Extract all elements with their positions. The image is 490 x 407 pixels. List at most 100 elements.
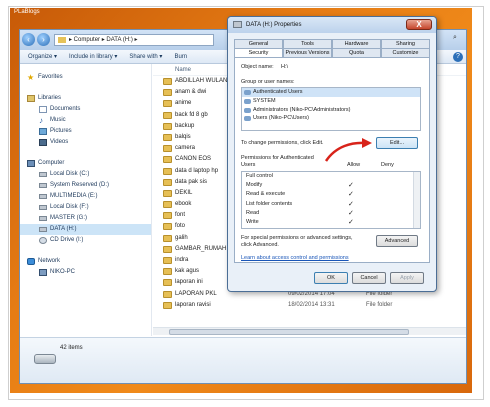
search-icon[interactable]: ⌕ [448,34,462,46]
nav-item[interactable]: NIKO-PC [20,267,151,278]
nav-item[interactable]: System Reserved (D:) [20,180,151,191]
file-name: DEKIL [175,189,193,196]
drive-icon [39,216,47,221]
file-name: anime [175,100,192,107]
nav-item-label: Documents [50,106,81,112]
desktop-corner-text: PLaBlogs [14,9,40,15]
nav-item-label: Local Disk (C:) [50,171,90,177]
share-with-menu[interactable]: Share with ▾ [129,53,162,60]
folder-icon [163,156,172,164]
network-icon [27,258,35,265]
drive-icon [39,205,47,210]
network-computer-icon [39,269,47,276]
file-name: laporan ravisi [175,301,211,308]
file-name: data d laptop hp [175,167,219,174]
file-name: laporan ini [175,279,203,286]
nav-item[interactable]: Documents [20,104,151,115]
group-item[interactable]: Users (Niko-PC\Users) [242,114,420,123]
back-arrow-icon[interactable]: ‹ [22,33,35,46]
group-item[interactable]: SYSTEM [242,97,420,106]
nav-item[interactable]: Videos [20,137,151,148]
file-name: foto [175,223,186,230]
forward-arrow-icon[interactable]: › [37,33,50,46]
tab-sharing[interactable]: Sharing [381,39,430,48]
permission-row: Read & execute ✓ [242,190,420,199]
file-name: LAPORAN PKL [175,290,217,297]
deny-column-label: Deny [381,162,394,168]
address-path: ▸ Computer ▸ DATA (H:) ▸ [69,37,138,43]
allow-check-icon: ✓ [348,209,354,217]
nav-item[interactable]: Pictures [20,126,151,137]
file-name: anam & dwi [175,89,207,96]
group-names-label: Group or user names: [241,79,295,85]
tab-previous-versions[interactable]: Previous Versions [283,48,332,57]
burn-button[interactable]: Burn [174,54,187,60]
group-item[interactable]: Authenticated Users [242,88,420,97]
nav-item-label: Network [38,258,61,264]
nav-item-label: MASTER (G:) [50,215,87,221]
include-in-library-menu[interactable]: Include in library ▾ [69,53,117,60]
permission-row: Read ✓ [242,209,420,218]
nav-item[interactable]: ★ Favorites [20,72,151,83]
tab-customize[interactable]: Customize [381,48,430,57]
permission-name: List folder contents [246,200,293,207]
help-icon[interactable]: ? [453,52,463,62]
nav-item[interactable]: Local Disk (F:) [20,202,151,213]
file-name: ebook [175,201,192,208]
tab-quota[interactable]: Quota [332,48,381,57]
tab-security[interactable]: Security [234,48,283,57]
nav-item[interactable]: ♪ Music [20,115,151,126]
nav-item[interactable]: Computer [20,158,151,169]
nav-buttons: ‹ › [22,33,50,46]
nav-item-label: MULTIMEDIA (E:) [50,193,98,199]
group-item[interactable]: Administrators (Niko-PC\Administrators) [242,106,420,115]
tab-row-2: Security Previous Versions Quota Customize [234,48,430,57]
file-name: data pak sis [175,178,208,185]
organize-menu[interactable]: Organize ▾ [28,53,57,60]
advanced-text-line-1: For special permissions or advanced sett… [241,235,353,241]
apply-button[interactable]: Apply [390,272,424,284]
nav-item-label: Music [50,117,66,123]
pictures-icon [39,128,47,135]
edit-button[interactable]: Edit... [376,137,418,149]
file-name: backup [175,122,195,129]
users-icon [244,90,251,95]
nav-item[interactable]: MASTER (G:) [20,213,151,224]
address-bar[interactable]: ▸ Computer ▸ DATA (H:) ▸ [54,34,214,46]
advanced-button[interactable]: Advanced [376,235,418,247]
permission-scrollbar[interactable] [413,172,420,228]
nav-item[interactable]: Libraries [20,93,151,104]
scrollbar-thumb[interactable] [169,329,409,335]
documents-icon [39,106,47,113]
group-name: Administrators (Niko-PC\Administrators) [253,106,351,113]
close-button[interactable]: X [406,19,432,30]
nav-item[interactable]: CD Drive (I:) [20,235,151,246]
permission-name: Write [246,218,259,225]
drive-icon [34,354,56,364]
tab-tools[interactable]: Tools [283,39,332,48]
tab-general[interactable]: General [234,39,283,48]
group-list[interactable]: Authenticated Users SYSTEM Administrators … [241,87,421,131]
horizontal-scrollbar[interactable] [153,327,466,335]
cancel-button[interactable]: Cancel [352,272,386,284]
nav-item[interactable]: Local Disk (C:) [20,169,151,180]
nav-item[interactable]: DATA (H:) [20,224,151,235]
drive-icon [39,183,47,188]
folder-icon [163,268,172,276]
drive-icon [58,37,66,43]
users-icon [244,98,251,104]
nav-item[interactable]: MULTIMEDIA (E:) [20,191,151,202]
drive-icon [39,172,47,177]
arrow-shaft [324,141,367,162]
folder-icon [163,189,172,197]
nav-item[interactable]: Network [20,256,151,267]
videos-icon [39,139,47,146]
learn-about-link[interactable]: Learn about access control and permissio… [241,255,349,261]
users-icon [244,116,251,122]
file-row[interactable]: laporan ravisi 18/02/2014 13:31 File folde… [153,300,466,311]
tab-hardware[interactable]: Hardware [332,39,381,48]
file-name: indra [175,257,189,263]
ok-button[interactable]: OK [314,272,348,284]
folder-icon [163,223,172,231]
file-name: galih [175,234,188,241]
